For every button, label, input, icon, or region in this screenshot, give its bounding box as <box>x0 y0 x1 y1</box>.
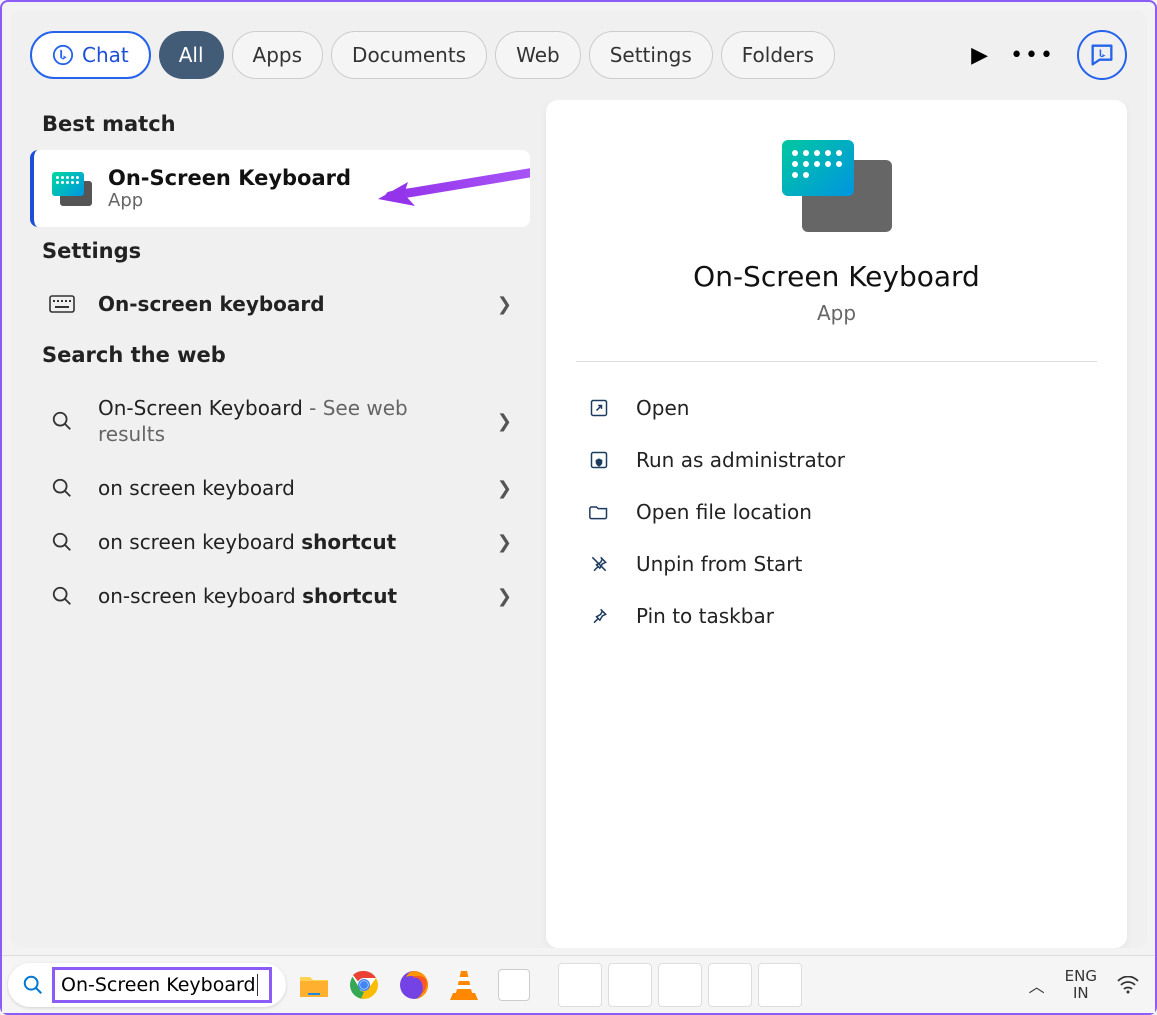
search-icon <box>48 531 76 553</box>
detail-subtitle: App <box>576 301 1097 325</box>
taskbar-running-3[interactable] <box>658 963 702 1007</box>
action-label: Pin to taskbar <box>636 604 774 628</box>
web-result-label: on screen keyboard shortcut <box>98 529 475 555</box>
results-list: Best match On-Screen Keyboard App Settin… <box>30 100 530 948</box>
section-settings: Settings <box>42 239 530 263</box>
tab-chat[interactable]: Chat <box>30 31 151 79</box>
action-unpin-start[interactable]: Unpin from Start <box>576 538 1097 590</box>
more-tabs-arrow[interactable]: ▶ <box>971 43 988 68</box>
bing-chat-icon <box>1088 41 1116 69</box>
section-best-match: Best match <box>42 112 530 136</box>
taskbar-search-input[interactable]: On-Screen Keyboard <box>52 967 272 1003</box>
tab-folders[interactable]: Folders <box>721 31 835 79</box>
action-label: Open <box>636 396 689 420</box>
tab-chat-label: Chat <box>82 43 129 67</box>
action-label: Open file location <box>636 500 812 524</box>
chevron-right-icon: ❯ <box>497 586 512 607</box>
best-match-title: On-Screen Keyboard <box>108 166 351 190</box>
open-icon <box>588 398 610 418</box>
detail-pane: On-Screen Keyboard App Open Run as admin… <box>546 100 1127 948</box>
web-result-label: on screen keyboard <box>98 475 475 501</box>
search-icon <box>22 974 44 996</box>
action-pin-taskbar[interactable]: Pin to taskbar <box>576 590 1097 642</box>
taskbar: On-Screen Keyboard ︿ ENGIN <box>2 955 1155 1013</box>
osk-app-icon <box>52 172 92 206</box>
section-search-web: Search the web <box>42 343 530 367</box>
tab-web[interactable]: Web <box>495 31 581 79</box>
action-run-admin[interactable]: Run as administrator <box>576 434 1097 486</box>
taskbar-chrome[interactable] <box>342 963 386 1007</box>
taskbar-file-explorer[interactable] <box>292 963 336 1007</box>
search-icon <box>48 410 76 432</box>
taskbar-running-2[interactable] <box>608 963 652 1007</box>
web-result-label: On-Screen Keyboard - See web results <box>98 395 475 447</box>
pin-icon <box>588 606 610 626</box>
keyboard-icon <box>48 295 76 313</box>
taskbar-vlc[interactable] <box>442 963 486 1007</box>
best-match-item[interactable]: On-Screen Keyboard App <box>30 150 530 227</box>
best-match-subtitle: App <box>108 190 351 211</box>
tab-settings[interactable]: Settings <box>589 31 713 79</box>
annotation-arrow <box>370 164 530 214</box>
folder-icon <box>588 502 610 522</box>
web-result-label: on-screen keyboard shortcut <box>98 583 475 609</box>
tab-all[interactable]: All <box>159 31 224 79</box>
chevron-right-icon: ❯ <box>497 532 512 553</box>
search-icon <box>48 585 76 607</box>
filter-tabs: Chat All Apps Documents Web Settings Fol… <box>20 30 1137 100</box>
divider <box>576 361 1097 362</box>
language-indicator[interactable]: ENGIN <box>1065 968 1097 1001</box>
bing-button[interactable] <box>1077 30 1127 80</box>
chevron-right-icon: ❯ <box>497 294 512 315</box>
web-result-0[interactable]: On-Screen Keyboard - See web results ❯ <box>30 381 530 461</box>
taskbar-running-1[interactable] <box>558 963 602 1007</box>
menu-dots[interactable]: ••• <box>1010 43 1055 68</box>
taskbar-running-5[interactable] <box>758 963 802 1007</box>
tab-apps[interactable]: Apps <box>232 31 324 79</box>
action-open-location[interactable]: Open file location <box>576 486 1097 538</box>
detail-title: On-Screen Keyboard <box>576 260 1097 293</box>
action-label: Run as administrator <box>636 448 845 472</box>
shield-icon <box>588 450 610 470</box>
taskbar-search[interactable]: On-Screen Keyboard <box>8 963 286 1007</box>
search-results-panel: Chat All Apps Documents Web Settings Fol… <box>10 10 1147 948</box>
web-result-2[interactable]: on screen keyboard shortcut ❯ <box>30 515 530 569</box>
action-label: Unpin from Start <box>636 552 802 576</box>
web-result-1[interactable]: on screen keyboard ❯ <box>30 461 530 515</box>
chevron-right-icon: ❯ <box>497 411 512 432</box>
chevron-right-icon: ❯ <box>497 478 512 499</box>
unpin-icon <box>588 554 610 574</box>
bing-icon <box>52 44 74 66</box>
tray-chevron-up-icon[interactable]: ︿ <box>1029 973 1045 997</box>
settings-item-osk[interactable]: On-screen keyboard ❯ <box>30 277 530 331</box>
web-result-3[interactable]: on-screen keyboard shortcut ❯ <box>30 569 530 623</box>
settings-item-label: On-screen keyboard <box>98 291 475 317</box>
search-icon <box>48 477 76 499</box>
tab-documents[interactable]: Documents <box>331 31 487 79</box>
action-open[interactable]: Open <box>576 382 1097 434</box>
taskbar-running-4[interactable] <box>708 963 752 1007</box>
taskbar-app-5[interactable] <box>492 963 536 1007</box>
detail-app-icon <box>782 140 892 232</box>
taskbar-firefox[interactable] <box>392 963 436 1007</box>
wifi-icon[interactable] <box>1117 976 1139 994</box>
